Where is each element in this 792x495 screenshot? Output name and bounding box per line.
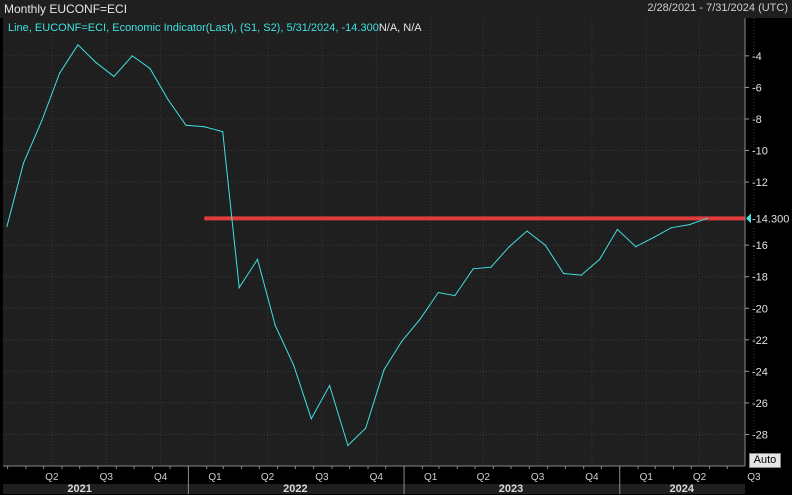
data-point bbox=[113, 75, 115, 77]
data-point bbox=[149, 67, 151, 70]
y-tick-label: -4 bbox=[752, 51, 762, 63]
x-tick-label: Q2 bbox=[261, 472, 275, 483]
data-point bbox=[58, 72, 61, 74]
data-point bbox=[77, 44, 79, 46]
data-point bbox=[635, 246, 637, 248]
x-tick-label: Q3 bbox=[100, 472, 114, 483]
x-year-band bbox=[3, 484, 745, 494]
auto-scale-button[interactable]: Auto bbox=[749, 453, 781, 468]
data-point bbox=[670, 227, 672, 229]
legend-text: Line, EUCONF=ECI, Economic Indicator(Las… bbox=[8, 22, 422, 34]
data-point bbox=[347, 444, 349, 447]
data-point bbox=[22, 162, 25, 164]
data-point bbox=[274, 325, 276, 327]
data-point bbox=[419, 318, 421, 320]
data-point bbox=[401, 340, 403, 342]
data-point bbox=[490, 266, 492, 268]
y-tick-label: -12 bbox=[752, 177, 768, 189]
data-point bbox=[41, 119, 43, 122]
x-tick-label: Q3 bbox=[531, 472, 545, 483]
legend-suffix: N/A, N/A bbox=[379, 22, 422, 34]
legend-series-label: Line, EUCONF=ECI, Economic Indicator(Las… bbox=[8, 22, 379, 34]
data-point bbox=[131, 55, 133, 57]
data-point bbox=[383, 369, 385, 371]
data-point bbox=[688, 224, 691, 226]
line-chart[interactable]: -4 -6 -8 -10 -12 -16 -18 -20 -22 -24 -26 -28 -14.300… bbox=[0, 18, 792, 495]
data-point bbox=[437, 291, 439, 294]
y-tick-label: -8 bbox=[752, 114, 762, 126]
y-tick-label: -28 bbox=[752, 429, 768, 441]
data-point bbox=[526, 230, 528, 232]
x-tick-label: Q1 bbox=[640, 472, 654, 483]
data-point bbox=[580, 274, 582, 276]
data-point bbox=[185, 124, 187, 126]
data-point bbox=[616, 228, 618, 230]
y-tick-label: -18 bbox=[752, 272, 768, 284]
data-point bbox=[167, 99, 169, 101]
data-point bbox=[238, 287, 240, 289]
y-tick-label: -26 bbox=[752, 398, 768, 410]
data-point bbox=[329, 384, 331, 387]
y-tick-label: -20 bbox=[752, 303, 768, 315]
data-point bbox=[95, 61, 97, 63]
x-tick-label: Q2 bbox=[477, 472, 491, 483]
date-range: 2/28/2021 - 7/31/2024 (UTC) bbox=[647, 2, 788, 14]
y-tick-label: -10 bbox=[752, 146, 768, 158]
data-point bbox=[222, 130, 224, 133]
x-tick-label: Q3 bbox=[747, 472, 761, 483]
x-year-label: 2022 bbox=[283, 483, 307, 495]
data-point bbox=[544, 244, 546, 246]
data-point bbox=[365, 427, 367, 429]
x-tick-label: Q2 bbox=[45, 472, 59, 483]
data-point bbox=[292, 364, 295, 366]
y-tick-label: -6 bbox=[752, 82, 762, 94]
chart-title: Monthly EUCONF=ECI bbox=[4, 2, 128, 16]
data-point bbox=[472, 268, 474, 270]
x-tick-label: Q4 bbox=[154, 472, 168, 483]
data-point bbox=[256, 258, 259, 260]
y-tick-label: -16 bbox=[752, 240, 768, 252]
x-year-label: 2021 bbox=[67, 483, 91, 495]
data-point bbox=[310, 418, 312, 420]
x-year-label: 2024 bbox=[670, 483, 695, 495]
data-point bbox=[653, 236, 655, 238]
last-value-badge: -14.300 bbox=[746, 211, 791, 226]
data-point bbox=[508, 246, 510, 248]
x-tick-label: Q4 bbox=[370, 472, 384, 483]
data-point bbox=[203, 126, 205, 128]
y-tick-label: -24 bbox=[752, 366, 768, 378]
x-tick-label: Q1 bbox=[208, 472, 222, 483]
chart-header-bar: Monthly EUCONF=ECI 2/28/2021 - 7/31/2024… bbox=[0, 0, 792, 19]
x-tick-label: Q4 bbox=[585, 472, 599, 483]
last-value-label: -14.300 bbox=[752, 213, 789, 225]
plot-area bbox=[3, 18, 745, 466]
data-point bbox=[454, 295, 456, 297]
x-year-label: 2023 bbox=[499, 483, 523, 495]
x-tick-label: Q1 bbox=[424, 472, 438, 483]
x-tick-label: Q2 bbox=[693, 472, 707, 483]
y-tick-label: -22 bbox=[752, 335, 768, 347]
x-tick-label: Q3 bbox=[315, 472, 329, 483]
data-point bbox=[563, 272, 565, 275]
data-point bbox=[599, 258, 601, 260]
data-point bbox=[706, 217, 708, 219]
data-point bbox=[6, 225, 8, 227]
